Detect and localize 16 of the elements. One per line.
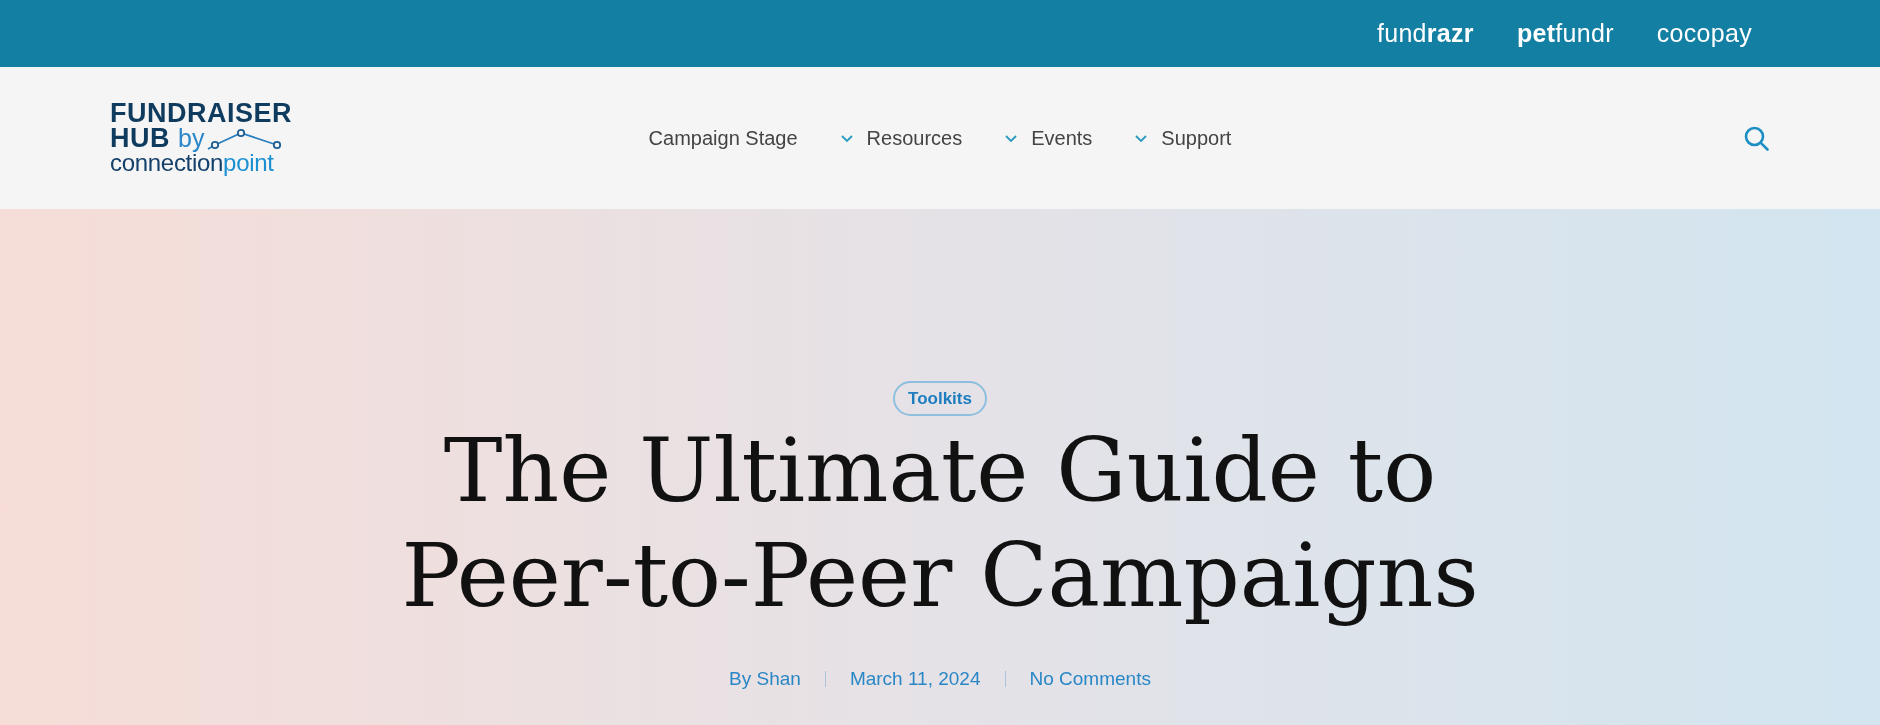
- brand-link[interactable]: petfundr: [1516, 21, 1614, 46]
- site-logo[interactable]: FUNDRAISER HUB by connectionpoint: [110, 101, 292, 175]
- meta-link[interactable]: By Shan: [729, 666, 801, 692]
- nav-link[interactable]: Campaign Stage: [648, 123, 798, 153]
- brand-link[interactable]: fundrazr: [1376, 21, 1474, 46]
- search-button[interactable]: [1742, 124, 1770, 152]
- search-icon: [1743, 125, 1769, 151]
- post-date[interactable]: March 11, 2024: [849, 666, 981, 692]
- page-title: The Ultimate Guide to Peer-to-Peer Campaigns: [400, 418, 1480, 628]
- nav-link[interactable]: Support: [1135, 123, 1232, 153]
- nav-link[interactable]: Events: [1005, 123, 1093, 153]
- meta-link[interactable]: No Comments: [1029, 666, 1151, 692]
- nav-link[interactable]: Resources: [840, 123, 963, 153]
- brand-link[interactable]: cocopay: [1656, 21, 1752, 46]
- line-graph-icon: [207, 129, 284, 150]
- category-tag[interactable]: Toolkits: [893, 381, 987, 416]
